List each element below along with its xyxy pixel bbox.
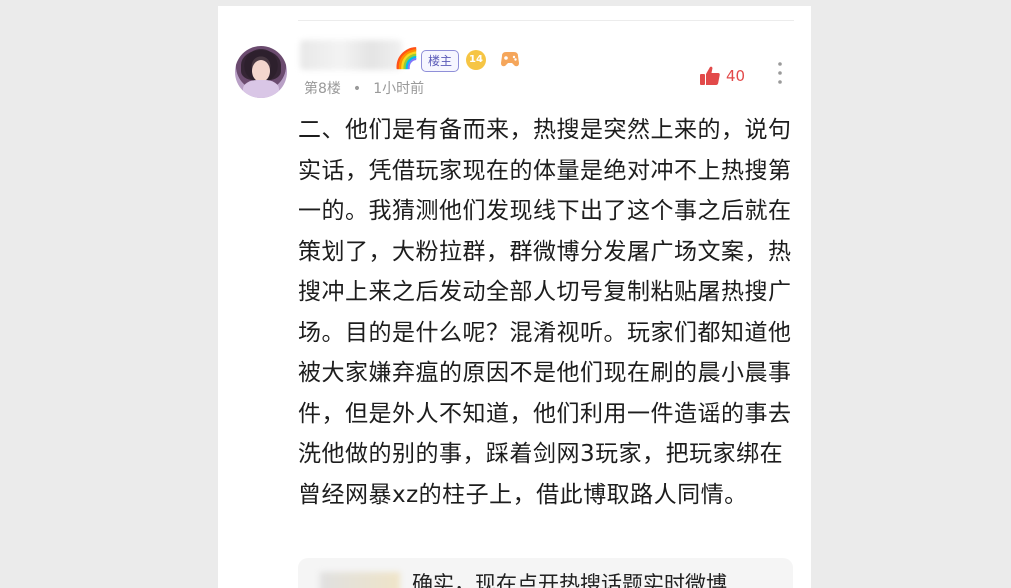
author-badge: 楼主 <box>421 50 460 72</box>
like-count: 40 <box>726 67 746 85</box>
rainbow-icon: 🌈 <box>394 46 419 70</box>
more-vertical-icon[interactable] <box>776 60 784 86</box>
floor-number: 第8楼 <box>304 81 341 97</box>
gamepad-icon <box>501 52 519 67</box>
avatar[interactable] <box>235 46 287 98</box>
meta-separator: • <box>352 81 362 97</box>
level-badge: 14 <box>466 50 486 70</box>
post-meta: 第8楼 • 1小时前 <box>304 78 424 98</box>
username-blurred[interactable] <box>300 40 402 70</box>
divider <box>298 20 794 21</box>
reply-text: 确实，现在点开热搜话题实时微博 <box>412 572 727 588</box>
post-content: 二、他们是有备而来，热搜是突然上来的，说句实话，凭借玩家现在的体量是绝对冲不上热… <box>298 117 792 508</box>
thumbs-up-icon <box>700 66 720 85</box>
post-card: 🌈 楼主 14 第8楼 • 1小时前 40 二、他们是有备而来，热搜是突然上来的，说… <box>218 6 811 588</box>
reply-preview[interactable]: 确实，现在点开热搜话题实时微博 <box>298 558 793 588</box>
reply-avatar-blurred <box>320 572 400 588</box>
post-time: 1小时前 <box>373 81 425 97</box>
like-button[interactable]: 40 <box>698 62 745 90</box>
